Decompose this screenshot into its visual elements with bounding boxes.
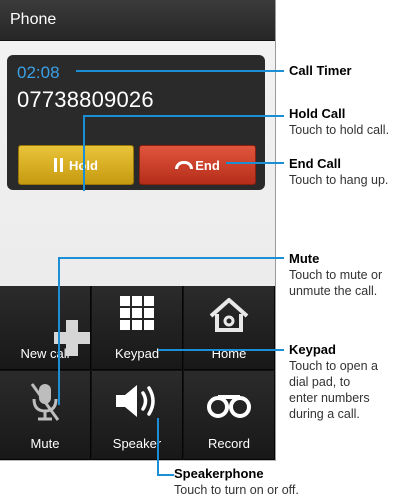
keypad-callout-desc-1: Touch to open a (289, 359, 378, 373)
hold-call-callout-title: Hold Call (289, 106, 346, 121)
end-call-callout-title: End Call (289, 156, 342, 171)
keypad-label: Keypad (114, 346, 160, 361)
hold-button[interactable]: Hold (18, 145, 134, 185)
mute-callout-desc-2: unmute the call. (289, 284, 378, 298)
mute-button[interactable]: Mute (0, 371, 91, 460)
record-button[interactable]: Record (184, 371, 275, 460)
home-icon (209, 298, 249, 332)
hold-call-callout-desc: Touch to hold call. (289, 123, 390, 137)
mute-leader-vertical (58, 257, 60, 405)
end-leader (226, 162, 284, 164)
hold-leader-horizontal (83, 115, 284, 117)
speaker-icon (116, 385, 155, 417)
end-label: End (195, 157, 220, 173)
call-timer: 02:08 (17, 63, 60, 82)
keypad-button[interactable]: Keypad (92, 286, 183, 370)
speaker-leader-horizontal (157, 474, 174, 476)
keypad-callout-desc-4: during a call. (289, 407, 360, 421)
end-call-icon (175, 161, 194, 169)
speakerphone-callout-title: Speakerphone (174, 466, 264, 481)
keypad-callout-desc-2: dial pad, to (289, 375, 351, 389)
hold-leader-vertical (83, 115, 85, 191)
title-bar: Phone (0, 0, 275, 41)
home-button[interactable]: Home (184, 286, 275, 370)
mute-label: Mute (30, 436, 60, 451)
mute-callout-title: Mute (289, 251, 320, 266)
keypad-callout-desc-3: enter numbers (289, 391, 370, 405)
record-icon (207, 395, 251, 418)
end-call-button[interactable]: End (139, 145, 256, 185)
phone-number: 07738809026 (17, 87, 154, 112)
call-timer-callout-title: Call Timer (289, 63, 352, 78)
end-call-callout-desc: Touch to hang up. (289, 173, 389, 187)
action-grid: New call Keypad Home Mute Speaker Record (0, 286, 275, 460)
speaker-label: Speaker (112, 436, 162, 451)
speaker-button[interactable]: Speaker (92, 371, 183, 460)
speakerphone-callout-desc: Touch to turn on or off. (174, 483, 299, 497)
keypad-icon (120, 296, 154, 330)
mute-leader-horizontal (58, 257, 284, 259)
speaker-leader-vertical (157, 418, 159, 476)
call-timer-leader (76, 70, 284, 72)
new-call-button[interactable]: New call (0, 286, 91, 370)
keypad-leader (158, 349, 284, 351)
keypad-callout-title: Keypad (289, 342, 336, 357)
call-panel: 02:08 07738809026 Hold End (7, 55, 265, 190)
mute-callout-desc-1: Touch to mute or (289, 268, 383, 282)
record-label: Record (208, 436, 250, 451)
pause-icon (54, 158, 64, 172)
app-title: Phone (10, 11, 57, 28)
